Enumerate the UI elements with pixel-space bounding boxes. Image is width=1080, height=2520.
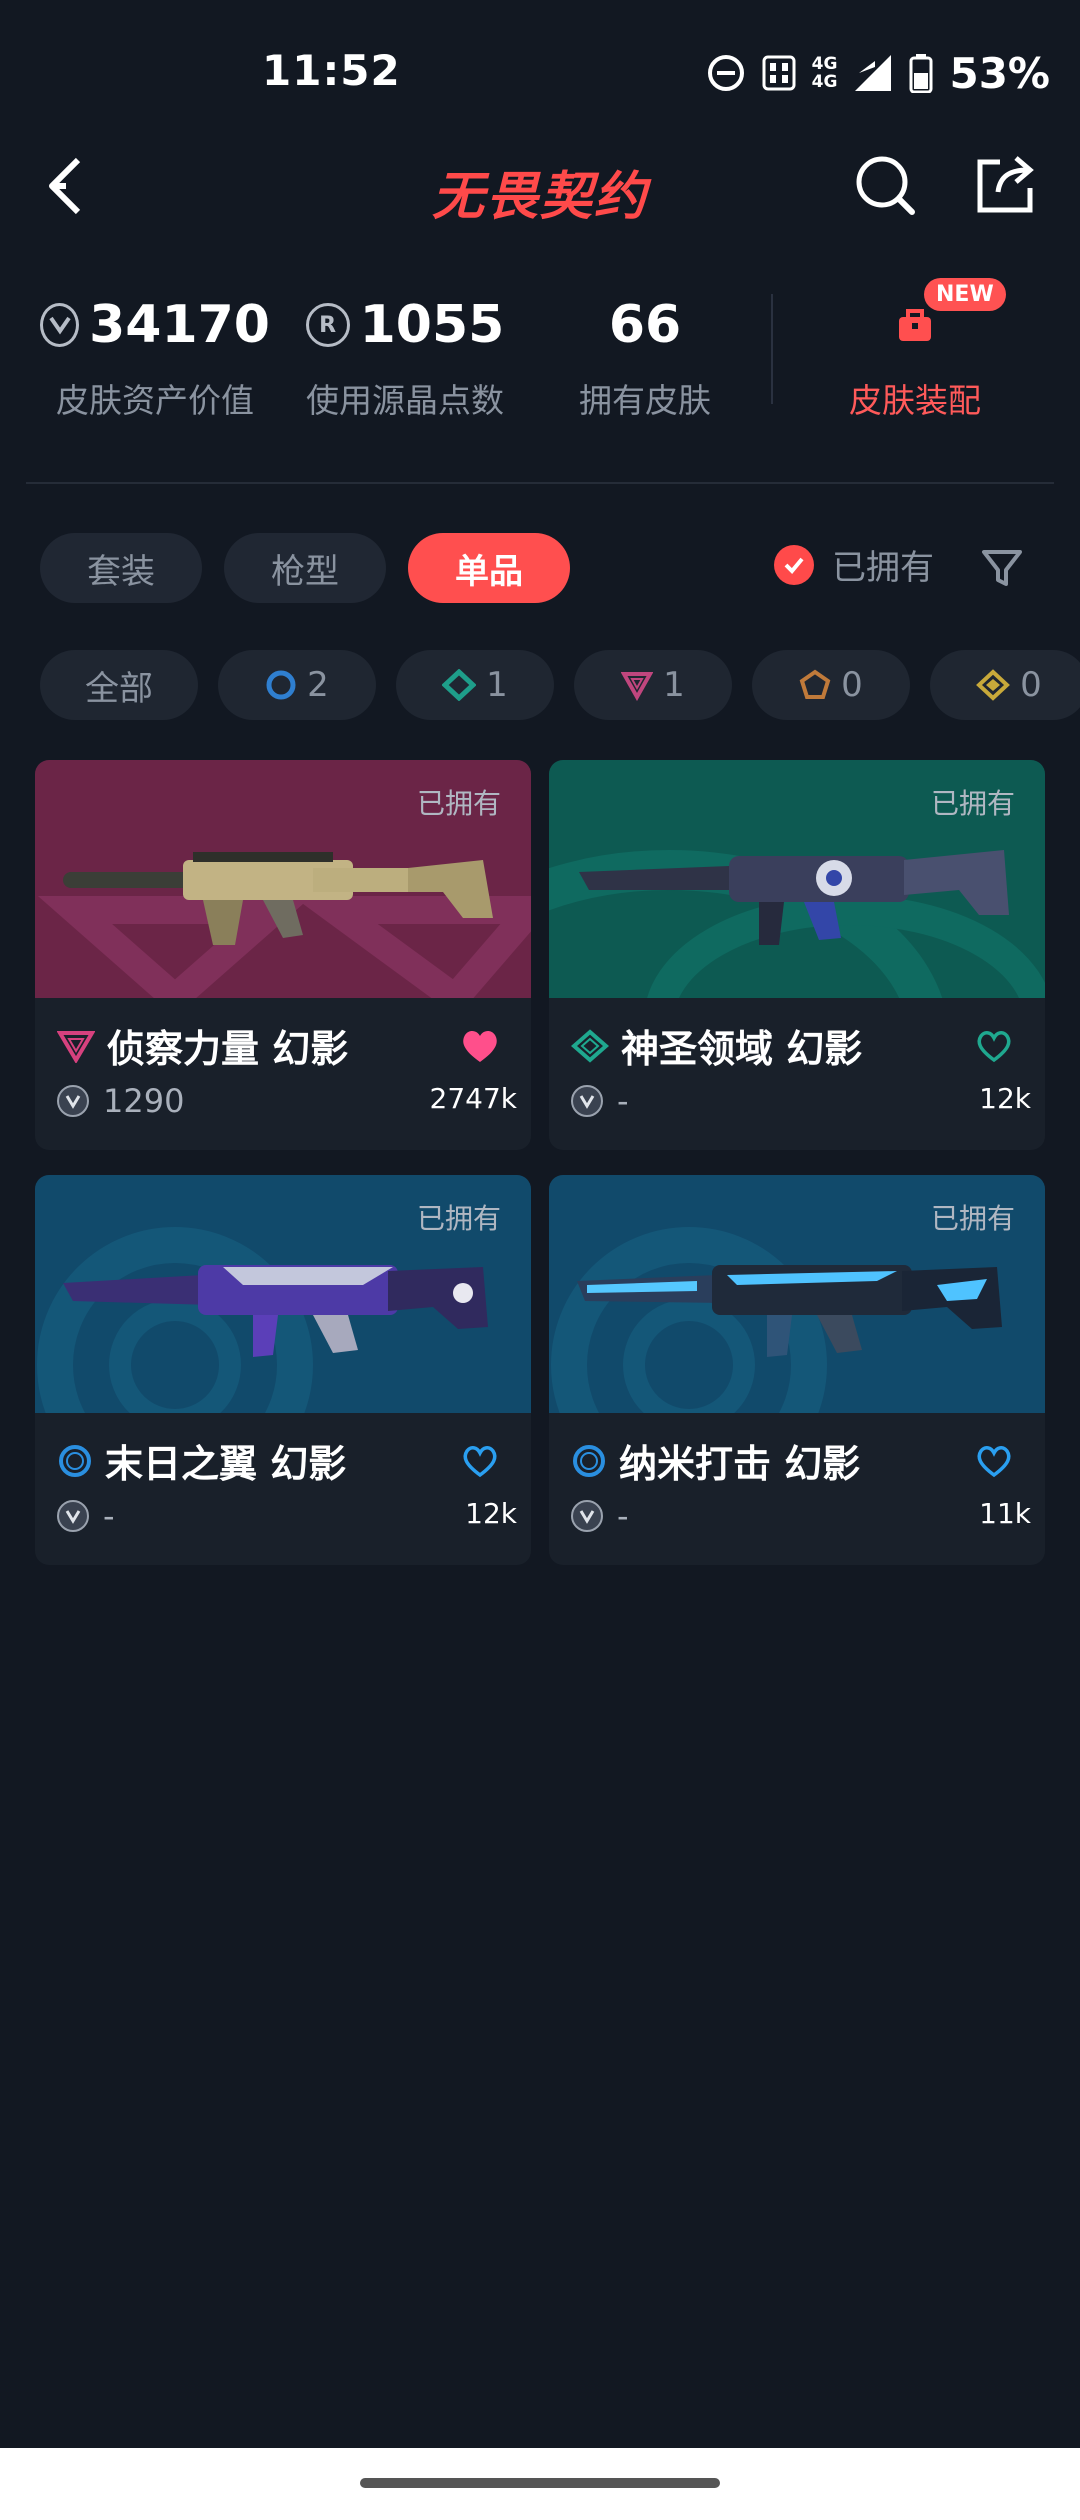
valorant-point-icon xyxy=(57,1085,89,1117)
phantom-scout-gun xyxy=(63,852,493,945)
skin-image: 已拥有 xyxy=(35,1175,531,1413)
owned-tag: 已拥有 xyxy=(416,1202,501,1235)
home-indicator[interactable] xyxy=(360,2478,720,2488)
like-count: 12k xyxy=(979,1082,1031,1115)
rarity-chip-all[interactable]: 全部 xyxy=(40,650,198,720)
checkmark-icon xyxy=(774,544,814,585)
signal-icon xyxy=(855,55,892,91)
select-tier-icon xyxy=(59,1444,91,1477)
like-count: 2747k xyxy=(429,1082,517,1115)
battery-percent: 53% xyxy=(949,48,1050,98)
search-button[interactable] xyxy=(850,150,920,220)
like-count: 12k xyxy=(465,1497,517,1530)
stat-radianite: R 1055 使用源晶点数 xyxy=(290,290,520,422)
valorant-point-icon xyxy=(571,1500,603,1532)
nfc-icon xyxy=(762,55,796,91)
rarity-chip-ultra[interactable]: 0 xyxy=(930,650,1080,720)
exclusive-tier-icon xyxy=(799,669,831,699)
skin-name: 纳米打击 幻影 xyxy=(571,1433,860,1488)
skin-price: - xyxy=(571,1082,629,1120)
filter-button[interactable] xyxy=(980,546,1024,590)
category-tabs: 套装 枪型 单品 xyxy=(40,533,570,603)
rarity-chip-premium[interactable]: 1 xyxy=(574,650,732,720)
skin-image: 已拥有 xyxy=(549,760,1045,998)
rarity-chip-exclusive[interactable]: 0 xyxy=(752,650,910,720)
battery-icon xyxy=(909,54,933,93)
select-tier-icon xyxy=(573,1444,605,1477)
owned-tag: 已拥有 xyxy=(416,787,501,820)
rarity-chip-select[interactable]: 2 xyxy=(218,650,376,720)
share-button[interactable] xyxy=(970,148,1040,218)
valorant-point-icon xyxy=(57,1500,89,1532)
search-icon xyxy=(856,156,915,215)
funnel-icon xyxy=(982,550,1022,586)
skin-card[interactable]: 已拥有 侦察力量 幻影 1290 2747k xyxy=(35,760,531,1150)
tab-weapon-type[interactable]: 枪型 xyxy=(224,533,386,603)
owned-tag: 已拥有 xyxy=(930,787,1015,820)
valorant-point-icon xyxy=(571,1085,603,1117)
heart-filled-icon[interactable] xyxy=(459,1026,501,1066)
tab-bundle[interactable]: 套装 xyxy=(40,533,202,603)
heart-outline-icon[interactable] xyxy=(973,1026,1015,1066)
radianite-icon: R xyxy=(305,303,350,347)
new-badge: NEW xyxy=(924,278,1006,311)
skin-name: 末日之翼 幻影 xyxy=(57,1433,346,1488)
rarity-chip-deluxe[interactable]: 1 xyxy=(396,650,554,720)
skin-price: 1290 xyxy=(57,1082,184,1120)
skin-value-number: 34170 xyxy=(89,295,270,355)
wardrobe-icon xyxy=(899,309,931,341)
status-time: 11:52 xyxy=(262,46,401,95)
status-bar: 11:52 4G 4G 53% xyxy=(0,0,1080,130)
skin-loadout-button[interactable]: NEW 皮肤装配 xyxy=(800,278,1030,422)
skin-value-label: 皮肤资产价值 xyxy=(56,381,254,420)
nanoblast-gun xyxy=(577,1265,1002,1357)
radianite-label: 使用源晶点数 xyxy=(306,381,504,420)
rarity-filter-bar: 全部 2 1 1 0 0 xyxy=(40,650,1080,720)
stats-row: 34170 皮肤资产价值 R 1055 使用源晶点数 66 拥有皮肤 NEW 皮… xyxy=(0,278,1080,440)
stat-divider xyxy=(771,294,773,404)
radianite-number: 1055 xyxy=(359,295,505,355)
skin-loadout-label: 皮肤装配 xyxy=(849,381,981,420)
skin-image: 已拥有 xyxy=(549,1175,1045,1413)
owned-filter-toggle[interactable]: 已拥有 xyxy=(774,540,934,589)
do-not-disturb-icon xyxy=(707,55,744,91)
heart-outline-icon[interactable] xyxy=(973,1441,1015,1481)
skin-name: 神圣领域 幻影 xyxy=(571,1018,862,1073)
select-tier-icon xyxy=(266,670,296,700)
owned-skins-number: 66 xyxy=(608,295,682,355)
valorant-point-icon xyxy=(40,303,80,347)
status-icons: 4G 4G 53% xyxy=(706,48,1050,98)
share-icon xyxy=(977,156,1034,213)
sovereign-gun xyxy=(579,850,1009,945)
ultra-tier-icon xyxy=(976,669,1011,701)
owned-filter-label: 已拥有 xyxy=(832,548,934,588)
premium-tier-icon xyxy=(57,1030,95,1063)
like-count: 11k xyxy=(979,1497,1031,1530)
skin-card[interactable]: 已拥有 纳米打击 幻影 - 11k xyxy=(549,1175,1045,1565)
skin-price: - xyxy=(57,1497,115,1535)
deluxe-tier-icon xyxy=(571,1028,609,1063)
divider xyxy=(26,482,1054,484)
owned-tag: 已拥有 xyxy=(930,1202,1015,1235)
owned-skins-label: 拥有皮肤 xyxy=(579,381,711,420)
tab-single-item[interactable]: 单品 xyxy=(408,533,570,603)
stat-skin-value: 34170 皮肤资产价值 xyxy=(40,290,270,422)
skin-name: 侦察力量 幻影 xyxy=(57,1018,348,1073)
skin-price: - xyxy=(571,1497,629,1535)
premium-tier-icon xyxy=(621,672,654,701)
deluxe-tier-icon xyxy=(442,669,477,701)
skin-card[interactable]: 已拥有 末日之翼 幻影 - 12k xyxy=(35,1175,531,1565)
network-type: 4G 4G xyxy=(811,54,838,92)
doombringer-gun xyxy=(63,1265,488,1357)
stat-owned-skins: 66 拥有皮肤 xyxy=(545,290,745,422)
header: 无畏契约 xyxy=(0,140,1080,230)
skin-image: 已拥有 xyxy=(35,760,531,998)
skin-card[interactable]: 已拥有 神圣领域 幻影 - 12k xyxy=(549,760,1045,1150)
heart-outline-icon[interactable] xyxy=(459,1441,501,1481)
